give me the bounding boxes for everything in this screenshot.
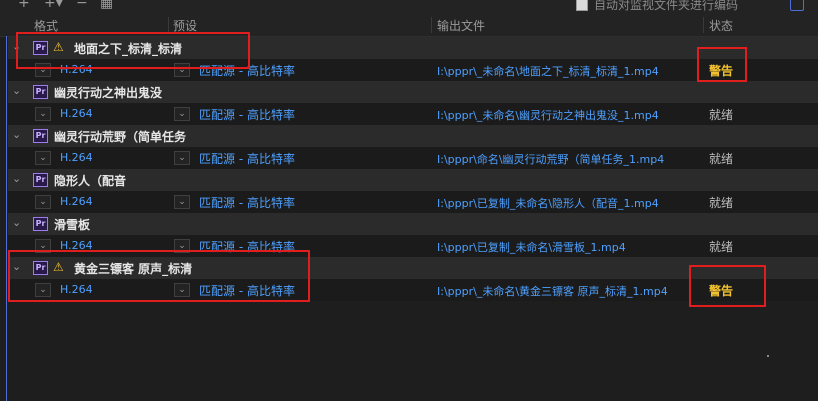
preset-dropdown-icon[interactable]: ⌄ — [174, 239, 190, 253]
premiere-icon: Pr — [33, 261, 48, 275]
queue-row[interactable]: ⌄ H.264 ⌄ 匹配源 - 高比特率 I:\pppr\_未命名\地面之下_标… — [8, 59, 818, 81]
format-link[interactable]: H.264 — [60, 151, 93, 164]
premiere-icon: Pr — [33, 173, 48, 187]
status-label: 就绪 — [709, 240, 734, 254]
add-source-icon[interactable]: + — [18, 0, 30, 10]
group-title: 滑雪板 — [54, 218, 91, 232]
output-file-link[interactable]: I:\pppr\_未命名\幽灵行动之神出鬼没_1.mp4 — [437, 107, 659, 123]
queue-toolbar: + +▾ − ▦ 自动对监视文件夹进行编码 — [0, 0, 818, 14]
queue-group[interactable]: ⌄ Pr ⚠ 黄金三镖客 原声_标清 — [8, 257, 818, 279]
column-format[interactable]: 格式 — [34, 17, 58, 34]
chevron-down-icon[interactable]: ⌄ — [12, 128, 21, 141]
preset-dropdown-icon[interactable]: ⌄ — [174, 283, 190, 297]
checkbox-icon — [576, 0, 588, 11]
format-dropdown-icon[interactable]: ⌄ — [35, 63, 51, 77]
queue-row[interactable]: ⌄ H.264 ⌄ 匹配源 - 高比特率 I:\pppr\命名\幽灵行动荒野（简… — [8, 147, 818, 169]
status-label: 就绪 — [709, 152, 734, 166]
preset-dropdown-icon[interactable]: ⌄ — [174, 195, 190, 209]
output-file-link[interactable]: I:\pppr\已复制_未命名\滑雪板_1.mp4 — [437, 239, 626, 255]
stray-dot — [767, 355, 769, 357]
queue-group[interactable]: ⌄ Pr 隐形人（配音 — [8, 169, 818, 191]
format-link[interactable]: H.264 — [60, 283, 93, 296]
duplicate-icon[interactable]: ▦ — [100, 0, 113, 10]
group-title: 幽灵行动之神出鬼没 — [54, 86, 163, 100]
queue-left-border — [6, 36, 7, 401]
format-link[interactable]: H.264 — [60, 63, 93, 76]
premiere-icon: Pr — [33, 217, 48, 231]
output-file-link[interactable]: I:\pppr\已复制_未命名\隐形人（配音_1.mp4 — [437, 195, 659, 211]
queue-group[interactable]: ⌄ Pr ⚠ 地面之下_标清_标清 — [8, 37, 818, 59]
queue-row[interactable]: ⌄ H.264 ⌄ 匹配源 - 高比特率 I:\pppr\已复制_未命名\滑雪板… — [8, 235, 818, 257]
preset-link[interactable]: 匹配源 - 高比特率 — [199, 106, 295, 123]
chevron-down-icon[interactable]: ⌄ — [12, 216, 21, 229]
column-divider — [703, 17, 704, 33]
panel-toggle-icon[interactable] — [790, 0, 804, 11]
column-preset[interactable]: 预设 — [173, 17, 197, 34]
column-header: 格式 预设 输出文件 状态 — [0, 14, 818, 37]
preset-dropdown-icon[interactable]: ⌄ — [174, 63, 190, 77]
column-divider — [168, 17, 169, 33]
format-link[interactable]: H.264 — [60, 107, 93, 120]
premiere-icon: Pr — [33, 41, 48, 55]
preset-dropdown-icon[interactable]: ⌄ — [174, 151, 190, 165]
format-dropdown-icon[interactable]: ⌄ — [35, 107, 51, 121]
output-file-link[interactable]: I:\pppr\_未命名\黄金三镖客 原声_标清_1.mp4 — [437, 283, 668, 299]
preset-link[interactable]: 匹配源 - 高比特率 — [199, 150, 295, 167]
preset-link[interactable]: 匹配源 - 高比特率 — [199, 62, 295, 79]
queue-group[interactable]: ⌄ Pr 幽灵行动荒野（简单任务 — [8, 125, 818, 147]
format-dropdown-icon[interactable]: ⌄ — [35, 283, 51, 297]
premiere-icon: Pr — [33, 129, 48, 143]
chevron-down-icon[interactable]: ⌄ — [12, 84, 21, 97]
warning-icon: ⚠ — [53, 260, 64, 274]
queue-row[interactable]: ⌄ H.264 ⌄ 匹配源 - 高比特率 I:\pppr\_未命名\幽灵行动之神… — [8, 103, 818, 125]
autostart-checkbox[interactable]: 自动对监视文件夹进行编码 — [576, 0, 738, 13]
preset-link[interactable]: 匹配源 - 高比特率 — [199, 238, 295, 255]
chevron-down-icon[interactable]: ⌄ — [12, 40, 21, 53]
group-title: 幽灵行动荒野（简单任务 — [54, 130, 187, 144]
queue-row[interactable]: ⌄ H.264 ⌄ 匹配源 - 高比特率 I:\pppr\已复制_未命名\隐形人… — [8, 191, 818, 213]
chevron-down-icon[interactable]: ⌄ — [12, 172, 21, 185]
format-link[interactable]: H.264 — [60, 195, 93, 208]
format-dropdown-icon[interactable]: ⌄ — [35, 239, 51, 253]
status-label: 警告 — [709, 284, 734, 298]
chevron-down-icon[interactable]: ⌄ — [12, 260, 21, 273]
group-title: 黄金三镖客 原声_标清 — [74, 262, 193, 276]
output-file-link[interactable]: I:\pppr\_未命名\地面之下_标清_标清_1.mp4 — [437, 63, 659, 79]
autostart-label: 自动对监视文件夹进行编码 — [594, 0, 739, 12]
status-label: 就绪 — [709, 108, 734, 122]
queue-group[interactable]: ⌄ Pr 幽灵行动之神出鬼没 — [8, 81, 818, 103]
output-file-link[interactable]: I:\pppr\命名\幽灵行动荒野（简单任务_1.mp4 — [437, 151, 664, 167]
preset-link[interactable]: 匹配源 - 高比特率 — [199, 194, 295, 211]
column-output[interactable]: 输出文件 — [437, 17, 485, 34]
status-label: 警告 — [709, 64, 734, 78]
format-link[interactable]: H.264 — [60, 239, 93, 252]
group-title: 隐形人（配音 — [54, 174, 127, 188]
add-output-icon[interactable]: +▾ — [44, 0, 63, 10]
queue-row[interactable]: ⌄ H.264 ⌄ 匹配源 - 高比特率 I:\pppr\_未命名\黄金三镖客 … — [8, 279, 818, 301]
format-dropdown-icon[interactable]: ⌄ — [35, 151, 51, 165]
preset-link[interactable]: 匹配源 - 高比特率 — [199, 282, 295, 299]
status-label: 就绪 — [709, 196, 734, 210]
warning-icon: ⚠ — [53, 40, 64, 54]
format-dropdown-icon[interactable]: ⌄ — [35, 195, 51, 209]
queue-group[interactable]: ⌄ Pr 滑雪板 — [8, 213, 818, 235]
premiere-icon: Pr — [33, 85, 48, 99]
column-divider — [431, 17, 432, 33]
remove-icon[interactable]: − — [76, 0, 88, 10]
preset-dropdown-icon[interactable]: ⌄ — [174, 107, 190, 121]
group-title: 地面之下_标清_标清 — [74, 42, 183, 56]
column-status[interactable]: 状态 — [709, 17, 733, 34]
